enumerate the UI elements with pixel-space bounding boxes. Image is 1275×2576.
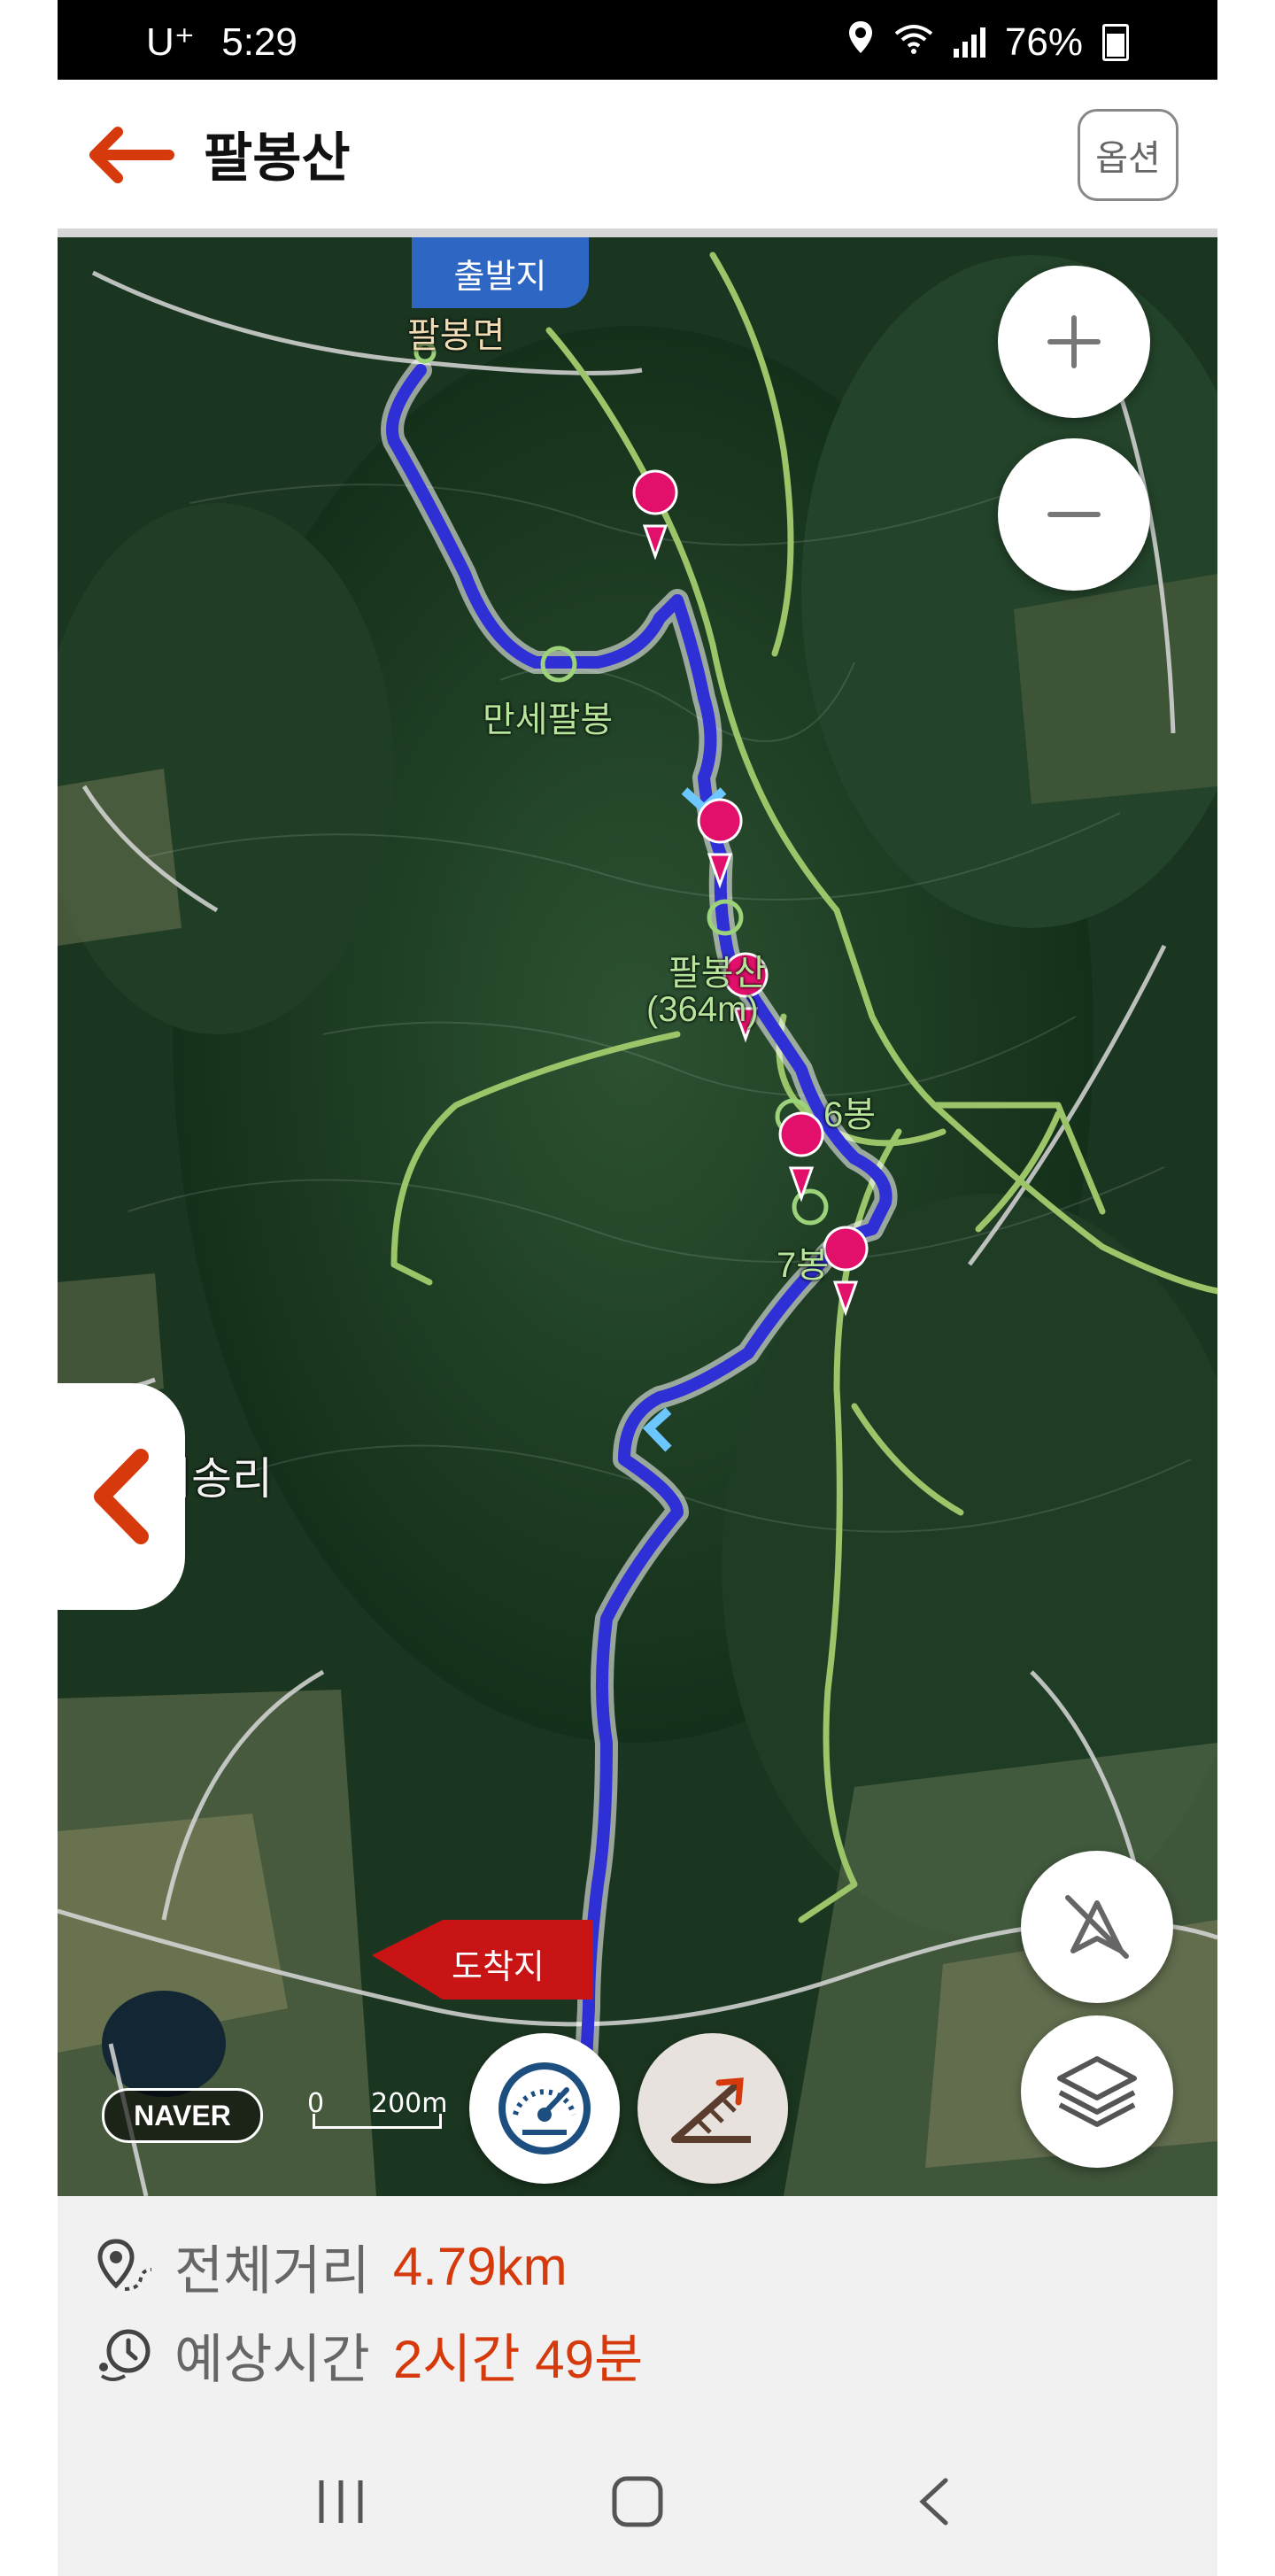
clock: 5:29 — [221, 20, 298, 64]
home-icon — [612, 2476, 663, 2527]
plus-icon — [1047, 315, 1101, 368]
map-label-peak-height: (364m) — [646, 990, 759, 1029]
naver-logo: NAVER — [102, 2088, 263, 2143]
options-button[interactable]: 옵션 — [1078, 109, 1178, 201]
time-value: 2시간 49분 — [392, 2330, 644, 2389]
location-icon — [847, 19, 874, 65]
time-label: 예상시간 — [174, 2330, 370, 2389]
compass-button[interactable] — [1021, 1851, 1173, 2003]
phone-screen: U⁺ 5:29 76% 팔봉산 옵션 출발지 도착지 팔봉면 만세팔봉 팔봉산 … — [58, 0, 1217, 2576]
map-scale: 0 200m — [304, 2088, 447, 2132]
map-label-7bong: 7봉 — [777, 1246, 830, 1285]
recent-apps-button[interactable] — [288, 2462, 394, 2541]
carrier-label: U⁺ — [146, 20, 195, 64]
map-label-town: 팔봉면 — [407, 316, 506, 355]
distance-label: 전체거리 — [174, 2241, 370, 2301]
signal-icon — [953, 27, 985, 58]
system-back-button[interactable] — [881, 2462, 987, 2541]
app-header: 팔봉산 옵션 — [58, 80, 1217, 237]
system-nav-bar — [58, 2426, 1217, 2576]
layers-icon — [1057, 2056, 1137, 2127]
map-view[interactable]: 출발지 도착지 팔봉면 만세팔봉 팔봉산 (364m) 6봉 7봉 어송리 NA… — [58, 237, 1217, 2196]
wifi-icon — [893, 20, 934, 65]
elevation-button[interactable] — [638, 2033, 788, 2184]
home-button[interactable] — [584, 2462, 691, 2541]
route-info-panel: 전체거리 4.79km 예상시간 2시간 49분 — [58, 2196, 1217, 2426]
page-title: 팔봉산 — [204, 128, 351, 188]
end-flag: 도착지 — [372, 1920, 602, 2000]
layers-button[interactable] — [1021, 2015, 1173, 2168]
elevation-chart-icon — [671, 2077, 751, 2143]
back-button[interactable] — [82, 120, 180, 190]
route-distance-icon — [97, 2238, 152, 2291]
panel-toggle-tab[interactable] — [58, 1383, 185, 1610]
battery-percent: 76% — [1004, 19, 1083, 64]
speedometer-icon — [498, 2062, 591, 2154]
clock-route-icon — [99, 2329, 151, 2381]
compass-off-icon — [1065, 1895, 1129, 1959]
start-flag: 출발지 — [412, 237, 589, 308]
chevron-left-icon — [94, 1449, 149, 1544]
end-flag-label: 도착지 — [452, 1947, 545, 1986]
battery-icon — [1102, 23, 1129, 61]
map-label-6bong: 6봉 — [823, 1095, 877, 1134]
distance-row: 전체거리 4.79km — [95, 2228, 568, 2305]
zoom-in-button[interactable] — [998, 266, 1150, 418]
recents-icon — [319, 2480, 363, 2523]
distance-value: 4.79km — [392, 2237, 568, 2296]
map-label-manse: 만세팔봉 — [483, 700, 614, 739]
chevron-left-icon — [919, 2478, 948, 2526]
speedometer-button[interactable] — [469, 2033, 620, 2184]
minus-icon — [1047, 512, 1101, 517]
zoom-out-button[interactable] — [998, 438, 1150, 591]
map-label-peak: 팔봉산 — [668, 954, 767, 993]
arrow-left-icon — [89, 127, 174, 183]
time-row: 예상시간 2시간 49분 — [95, 2317, 643, 2394]
status-bar: U⁺ 5:29 76% — [58, 0, 1217, 80]
